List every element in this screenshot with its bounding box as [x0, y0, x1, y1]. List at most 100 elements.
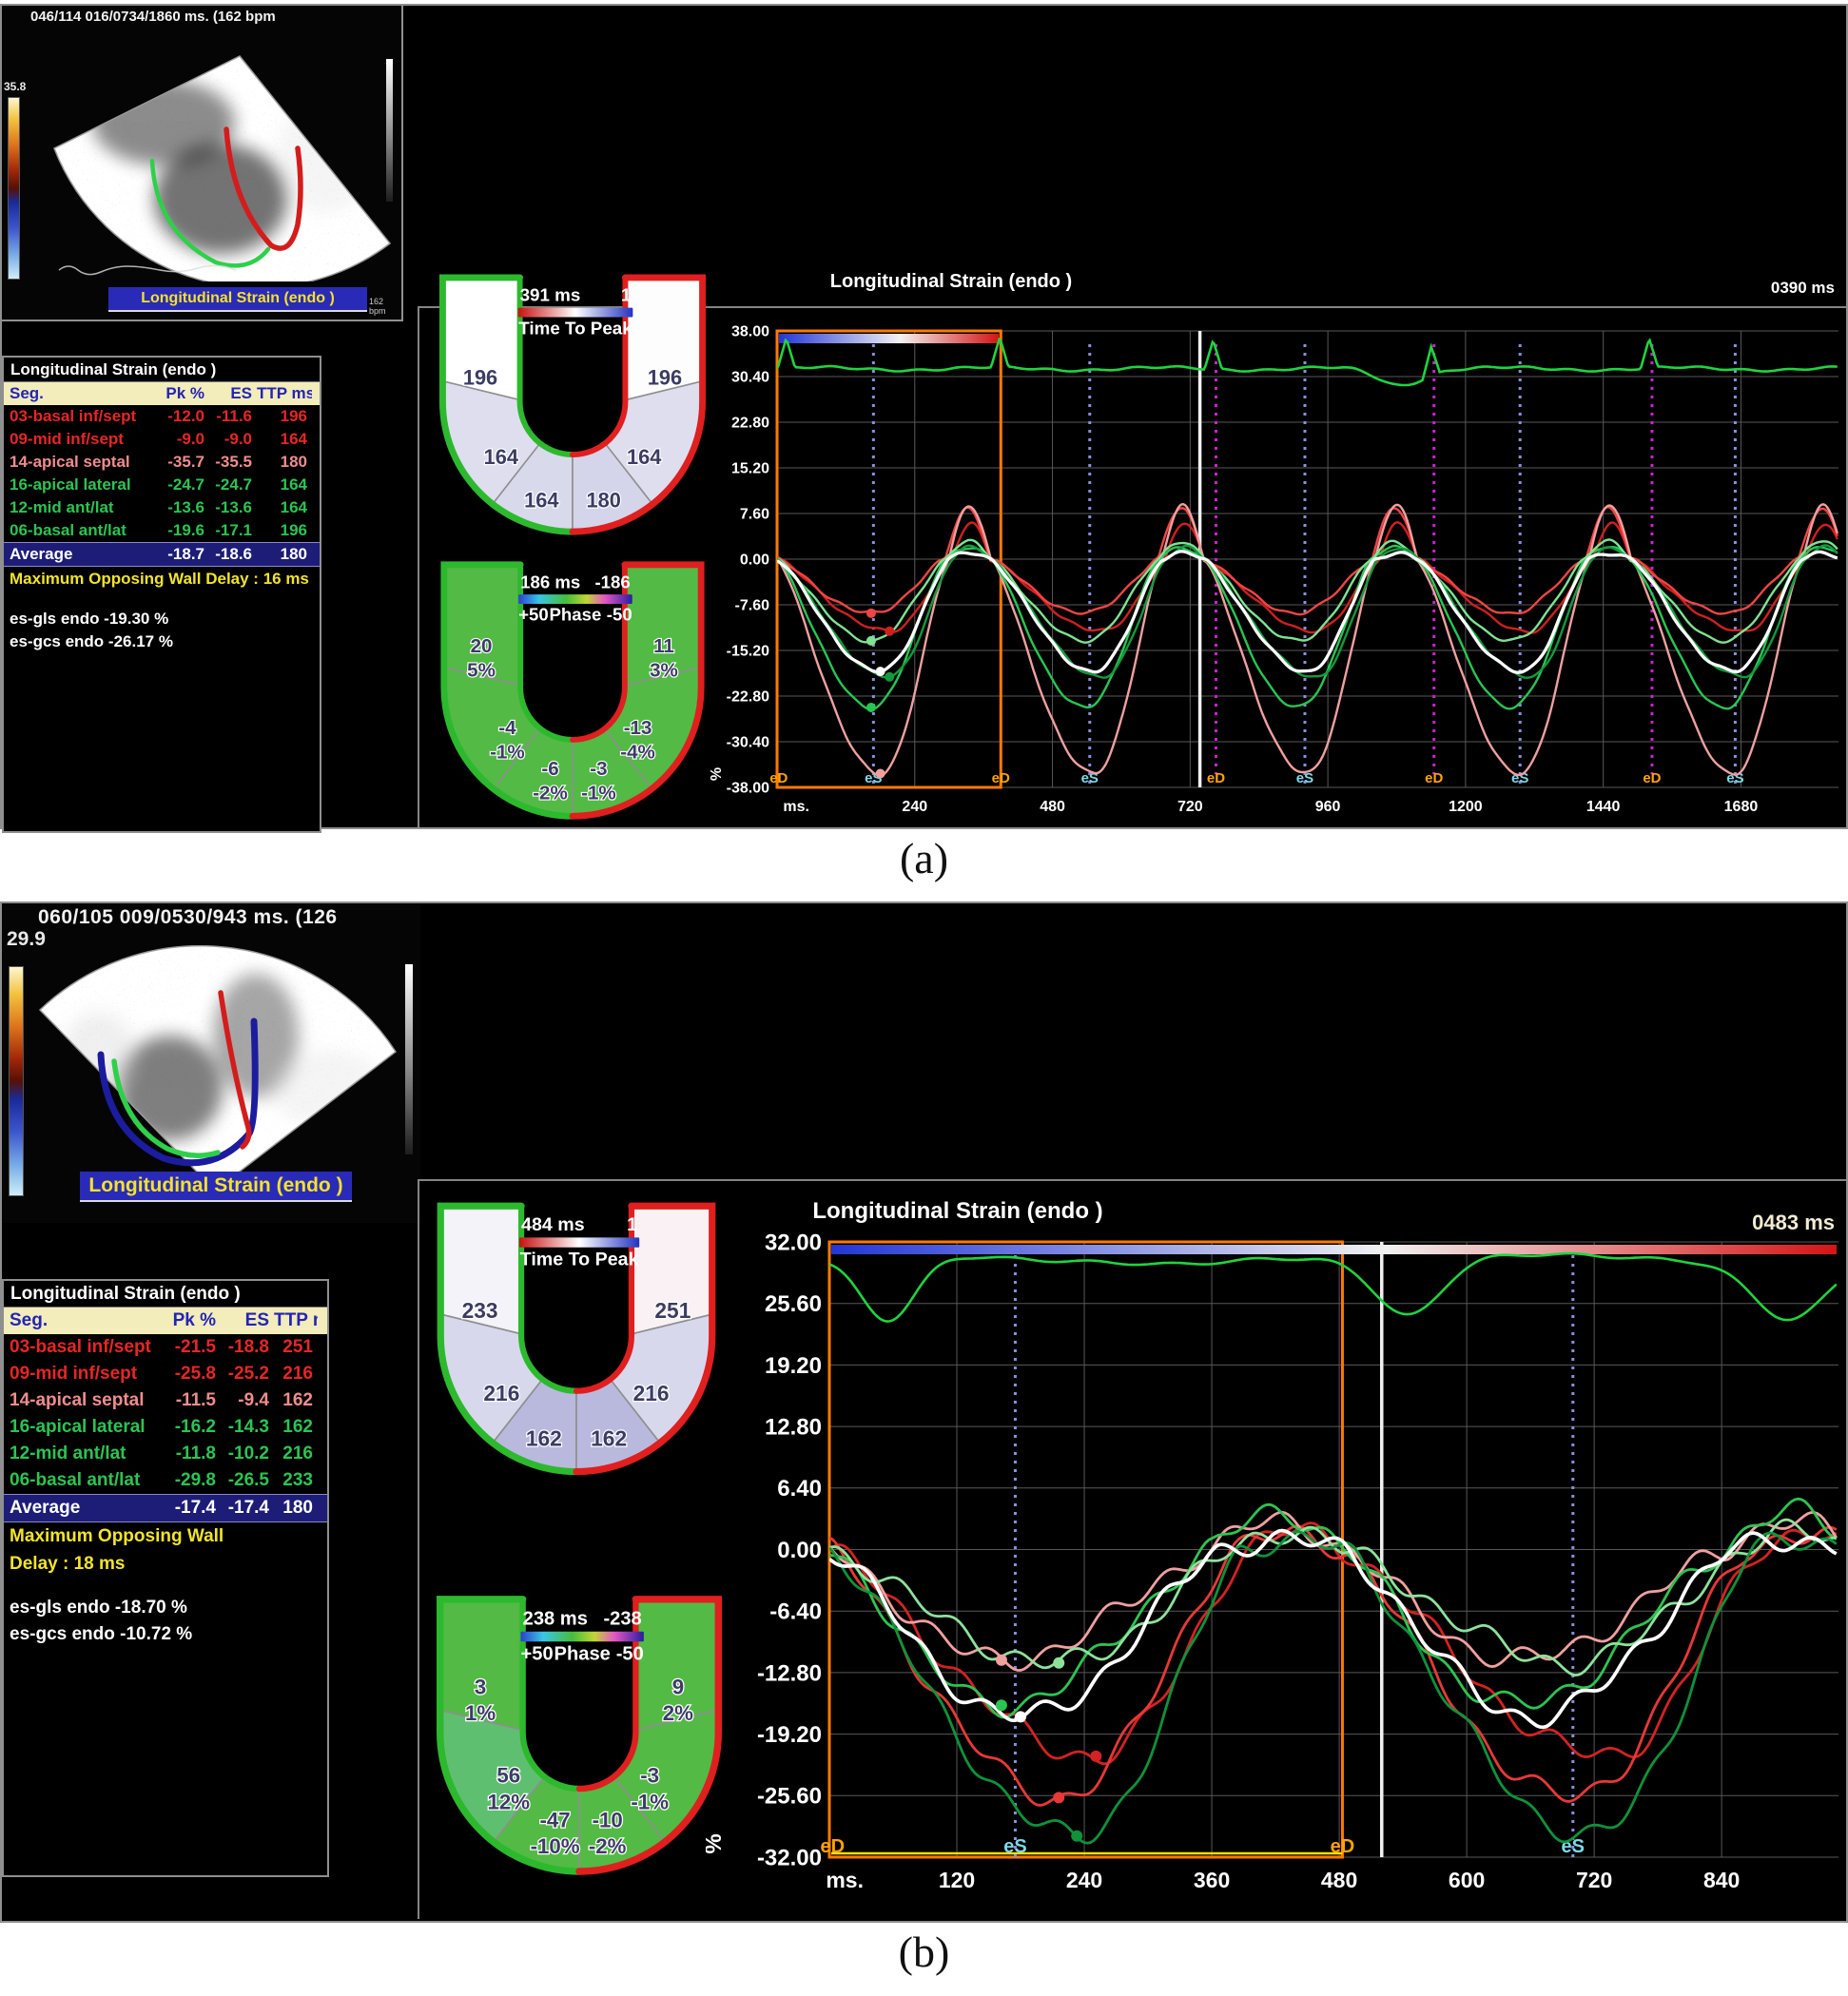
panel-b: 060/105 009/0530/943 ms. (126 29.9 Longi: [0, 901, 1848, 1923]
table-row: 03-basal inf/sept-12.0-11.6196: [4, 405, 320, 428]
chart-label: %: [706, 1833, 727, 1853]
map-label: -47: [539, 1808, 570, 1831]
chart-label: eD: [1643, 770, 1661, 786]
max-opposing-wall-delay: Maximum Opposing Wall: [4, 1522, 327, 1550]
table-cell: 164: [257, 428, 312, 451]
table-cell: 12-mid ant/lat: [4, 1441, 162, 1467]
map-label: -10: [593, 1808, 623, 1831]
table-cell: 216: [274, 1441, 318, 1467]
map-label: -10%: [531, 1834, 580, 1858]
map-label: 3%: [650, 659, 678, 681]
table-cell: -24.7: [152, 474, 209, 496]
chart-label: 0.00: [740, 552, 769, 569]
table-cell: -18.8: [221, 1334, 274, 1361]
table-cell: -13.6: [152, 496, 209, 519]
table-cell: 03-basal inf/sept: [4, 405, 152, 428]
gcs-value: es-gcs endo -26.17 %: [4, 630, 320, 653]
strain-analysis-page: 046/114 016/0734/1860 ms. (162 bpm 35.8 …: [0, 0, 1848, 1996]
map-label: 216: [633, 1381, 670, 1405]
figure-caption-a: (a): [0, 833, 1848, 883]
chart-label: 19.20: [765, 1353, 822, 1379]
peak-marker-dot: [866, 703, 876, 712]
chart-label: 600: [1449, 1868, 1485, 1892]
map-label: 180: [586, 488, 620, 512]
map-label: 9: [672, 1675, 684, 1698]
chart-label: eD: [769, 770, 788, 786]
chart-label: 1200: [1449, 799, 1483, 815]
chart-label: 480: [1040, 799, 1065, 815]
table-cell: -11.6: [209, 405, 257, 428]
map-label: +50: [521, 1643, 554, 1664]
table-cell: 180: [257, 543, 312, 566]
table-cell: 233: [274, 1467, 318, 1494]
ultrasound-image: 060/105 009/0530/943 ms. (126 29.9 Longi: [2, 903, 420, 1223]
chart-label: 0390 ms: [1771, 279, 1835, 297]
table-cell: 14-apical septal: [4, 451, 152, 474]
chart-label: 25.60: [765, 1291, 822, 1317]
table-cell: 162: [274, 1414, 318, 1441]
table-cell: 09-mid inf/sept: [4, 1361, 162, 1387]
col-es: ES: [209, 382, 257, 405]
chart-label: -32.00: [757, 1845, 822, 1870]
chart-label: -12.80: [757, 1660, 822, 1686]
table-cell: -18.6: [209, 543, 257, 566]
map-label: -186: [594, 572, 630, 591]
table-cell: -16.2: [162, 1414, 221, 1441]
map-label: -50: [607, 605, 632, 625]
table-cell: 180: [274, 1495, 318, 1521]
depth-scale-value: 35.8: [4, 80, 26, 93]
figure-caption-b: (b): [0, 1927, 1848, 1977]
chart-label: -7.60: [735, 598, 770, 614]
bpm-label: 162 bpm: [369, 297, 401, 316]
table-row: 09-mid inf/sept-25.8-25.2216: [4, 1361, 327, 1387]
strain-curves: [829, 1253, 1837, 1843]
chart-label: eS: [1003, 1836, 1026, 1857]
image-caption: Longitudinal Strain (endo ): [141, 290, 335, 306]
map-label: -6: [541, 758, 558, 780]
map-label: 484 ms: [521, 1214, 585, 1235]
chart-label: ms.: [783, 799, 809, 815]
peak-marker-dot: [885, 672, 894, 682]
strain-table: Longitudinal Strain (endo ) Seg. Pk % ES…: [2, 356, 321, 833]
table-cell: -13.6: [209, 496, 257, 519]
ttp-color-scale: [831, 1245, 1837, 1254]
max-opposing-wall-delay: Maximum Opposing Wall Delay : 16 ms: [4, 567, 320, 591]
chart-label: %: [709, 767, 725, 781]
table-cell: -12.0: [152, 405, 209, 428]
chart-label: 32.00: [765, 1230, 822, 1255]
divider: [418, 306, 419, 827]
chart-label: 720: [1177, 799, 1203, 815]
map-label: 5%: [467, 659, 496, 681]
acquisition-header: 060/105 009/0530/943 ms. (126: [2, 906, 420, 929]
map-label: 196: [648, 366, 682, 390]
chart-label: -22.80: [727, 689, 769, 706]
table-cell: Average: [4, 1495, 162, 1521]
map-label: -1%: [490, 742, 525, 764]
map-label: 164: [484, 445, 518, 469]
image-caption: Longitudinal Strain (endo ): [88, 1174, 342, 1196]
chart-label: Longitudinal Strain (endo ): [812, 1198, 1102, 1224]
divider: [418, 1179, 1846, 1181]
strain-chart[interactable]: 32.0025.6019.2012.806.400.00-6.40-12.80-…: [706, 1190, 1846, 1921]
chart-label: eD: [1207, 770, 1225, 786]
ttp-color-scale: [779, 334, 999, 343]
table-cell: -24.7: [209, 474, 257, 496]
ultrasound-sector: [40, 42, 397, 281]
table-row: 12-mid ant/lat-11.8-10.2216: [4, 1441, 327, 1467]
table-cell: 06-basal ant/lat: [4, 519, 152, 542]
chart-label: 720: [1576, 1868, 1612, 1892]
map-label: 1%: [465, 1701, 496, 1725]
table-cell: 16-apical lateral: [4, 474, 152, 496]
map-color-scale: [518, 308, 633, 318]
chart-label: -6.40: [769, 1599, 822, 1625]
map-label: +50: [518, 605, 549, 625]
chart-label: 15.20: [731, 461, 769, 477]
chart-label: 30.40: [731, 370, 769, 386]
map-label: -2%: [533, 783, 568, 804]
ultrasound-image: 046/114 016/0734/1860 ms. (162 bpm 35.8 …: [2, 6, 403, 321]
strain-chart[interactable]: 38.0030.4022.8015.207.600.00-7.60-15.20-…: [706, 262, 1846, 827]
map-label: -4%: [620, 742, 655, 764]
table-cell: -35.5: [209, 451, 257, 474]
phase-map: 205%-4-1%-6-2%-3-1%-13-4%113%186 ms-186+…: [430, 557, 715, 827]
chart-label: eD: [821, 1836, 846, 1857]
